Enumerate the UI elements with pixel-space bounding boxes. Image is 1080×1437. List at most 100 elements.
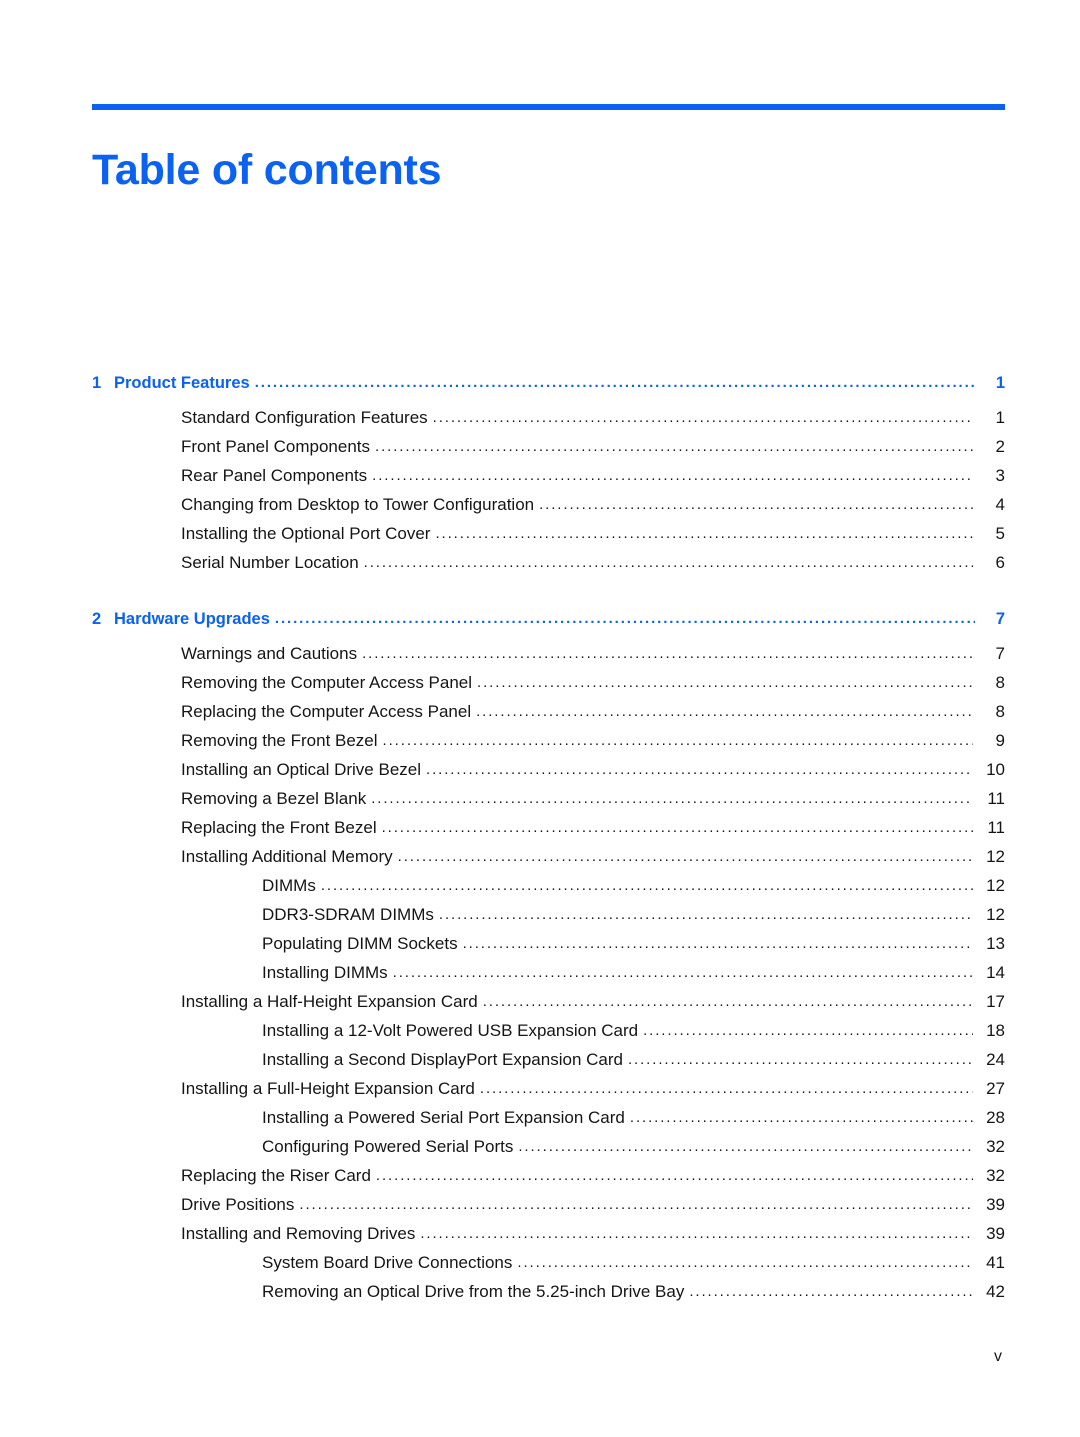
toc-entry[interactable]: 2 Hardware Upgrades......................… bbox=[92, 604, 1005, 644]
toc-entry-head: 1 Product Features bbox=[92, 374, 250, 393]
toc-entry-label: Installing and Removing Drives bbox=[181, 1224, 416, 1243]
toc-page-number: 14 bbox=[986, 963, 1005, 982]
toc-entry-head: Installing a Half-Height Expansion Card bbox=[181, 992, 478, 1012]
toc-page-number: 12 bbox=[986, 905, 1005, 924]
toc-leader-dots: ........................................… bbox=[362, 646, 973, 661]
toc-leader-dots: ........................................… bbox=[371, 791, 973, 806]
toc-entry[interactable]: Installing a Second DisplayPort Expansio… bbox=[92, 1050, 1005, 1079]
toc-page-number: 41 bbox=[986, 1253, 1005, 1272]
toc-entry[interactable]: Rear Panel Components...................… bbox=[92, 466, 1005, 495]
toc-entry[interactable]: Installing a 12-Volt Powered USB Expansi… bbox=[92, 1021, 1005, 1050]
toc-entry[interactable]: Replacing the Front Bezel...............… bbox=[92, 818, 1005, 847]
toc-leader-dots: ........................................… bbox=[375, 439, 973, 454]
toc-entry-head: Serial Number Location bbox=[181, 553, 359, 573]
toc-entry[interactable]: Changing from Desktop to Tower Configura… bbox=[92, 495, 1005, 524]
toc-page-number: 12 bbox=[986, 847, 1005, 866]
toc-entry-head: Rear Panel Components bbox=[181, 466, 367, 486]
toc-page-number: 7 bbox=[995, 610, 1005, 628]
toc-page-number: 17 bbox=[986, 992, 1005, 1011]
toc-entry-label: Installing the Optional Port Cover bbox=[181, 524, 431, 543]
toc-leader-dots: ........................................… bbox=[363, 555, 973, 570]
toc-entry-head: DIMMs bbox=[262, 876, 316, 896]
toc-leader-dots: ........................................… bbox=[420, 1226, 973, 1241]
toc-entry[interactable]: Installing Additional Memory............… bbox=[92, 847, 1005, 876]
toc-entry[interactable]: Front Panel Components..................… bbox=[92, 437, 1005, 466]
toc-leader-dots: ........................................… bbox=[375, 1168, 973, 1183]
toc-page-number: 28 bbox=[986, 1108, 1005, 1127]
toc-entry[interactable]: Installing a Full-Height Expansion Card.… bbox=[92, 1079, 1005, 1108]
toc-entry[interactable]: Removing an Optical Drive from the 5.25-… bbox=[92, 1282, 1005, 1311]
toc-page-number: 39 bbox=[986, 1224, 1005, 1243]
toc-entry-head: Installing a Full-Height Expansion Card bbox=[181, 1079, 475, 1099]
toc-page-number: 32 bbox=[986, 1137, 1005, 1156]
toc-page-number: 8 bbox=[995, 673, 1005, 692]
toc-page-number: 18 bbox=[986, 1021, 1005, 1040]
toc-leader-dots: ........................................… bbox=[372, 468, 973, 483]
title-rule bbox=[92, 104, 1005, 110]
toc-entry-label: Populating DIMM Sockets bbox=[262, 934, 458, 953]
toc-entry-head: Populating DIMM Sockets bbox=[262, 934, 458, 954]
toc-entry-label: Replacing the Front Bezel bbox=[181, 818, 377, 837]
toc-entry[interactable]: Removing the Front Bezel................… bbox=[92, 731, 1005, 760]
toc-entry[interactable]: Configuring Powered Serial Ports........… bbox=[92, 1137, 1005, 1166]
toc-entry[interactable]: Replacing the Riser Card................… bbox=[92, 1166, 1005, 1195]
toc-entry[interactable]: Installing the Optional Port Cover......… bbox=[92, 524, 1005, 553]
toc-entry-label: Installing a Half-Height Expansion Card bbox=[181, 992, 478, 1011]
toc-entry[interactable]: 1 Product Features.......................… bbox=[92, 368, 1005, 408]
toc-page-number: 1 bbox=[995, 374, 1005, 392]
toc-entry[interactable]: Populating DIMM Sockets.................… bbox=[92, 934, 1005, 963]
toc-entry[interactable]: Drive Positions.........................… bbox=[92, 1195, 1005, 1224]
toc-entry[interactable]: Installing DIMMs........................… bbox=[92, 963, 1005, 992]
toc-page-number: 4 bbox=[995, 495, 1005, 514]
toc-page-number: 10 bbox=[986, 760, 1005, 779]
toc-entry-label: Replacing the Computer Access Panel bbox=[181, 702, 472, 721]
toc-entry[interactable]: Removing a Bezel Blank..................… bbox=[92, 789, 1005, 818]
table-of-contents: 1 Product Features.......................… bbox=[92, 368, 1005, 1311]
toc-leader-dots: ........................................… bbox=[397, 849, 973, 864]
toc-entry-head: Replacing the Computer Access Panel bbox=[181, 702, 471, 722]
toc-leader-dots: ........................................… bbox=[629, 1110, 973, 1125]
toc-entry-head: Replacing the Front Bezel bbox=[181, 818, 377, 838]
toc-entry-head: Installing a 12-Volt Powered USB Expansi… bbox=[262, 1021, 638, 1041]
toc-entry[interactable]: Installing a Powered Serial Port Expansi… bbox=[92, 1108, 1005, 1137]
toc-entry-label: Front Panel Components bbox=[181, 437, 370, 456]
toc-entry-label: DDR3-SDRAM DIMMs bbox=[262, 905, 434, 924]
toc-entry-head: Standard Configuration Features bbox=[181, 408, 428, 428]
toc-entry-head: Replacing the Riser Card bbox=[181, 1166, 371, 1186]
toc-leader-dots: ........................................… bbox=[438, 907, 973, 922]
toc-page-number: 39 bbox=[986, 1195, 1005, 1214]
toc-leader-dots: ........................................… bbox=[320, 878, 973, 893]
toc-page-number: 11 bbox=[987, 789, 1005, 808]
toc-page-number: 3 bbox=[995, 466, 1005, 485]
toc-entry-label: Installing Additional Memory bbox=[181, 847, 393, 866]
toc-entry-head: Drive Positions bbox=[181, 1195, 294, 1215]
toc-leader-dots: ........................................… bbox=[643, 1023, 973, 1038]
toc-entry[interactable]: Warnings and Cautions...................… bbox=[92, 644, 1005, 673]
toc-entry[interactable]: Replacing the Computer Access Panel.....… bbox=[92, 702, 1005, 731]
toc-entry-head: Removing a Bezel Blank bbox=[181, 789, 366, 809]
toc-entry[interactable]: Installing a Half-Height Expansion Card.… bbox=[92, 992, 1005, 1021]
toc-entry[interactable]: Serial Number Location..................… bbox=[92, 553, 1005, 582]
toc-leader-dots: ........................................… bbox=[476, 704, 973, 719]
toc-entry[interactable]: Installing an Optical Drive Bezel.......… bbox=[92, 760, 1005, 789]
toc-entry[interactable]: Standard Configuration Features.........… bbox=[92, 408, 1005, 437]
toc-page-number: 32 bbox=[986, 1166, 1005, 1185]
toc-page-number: 5 bbox=[995, 524, 1005, 543]
toc-entry[interactable]: Installing and Removing Drives..........… bbox=[92, 1224, 1005, 1253]
toc-page-number: 7 bbox=[995, 644, 1005, 663]
toc-leader-dots: ........................................… bbox=[518, 1139, 973, 1154]
toc-entry-label: Installing a Second DisplayPort Expansio… bbox=[262, 1050, 623, 1069]
toc-entry-head: Configuring Powered Serial Ports bbox=[262, 1137, 513, 1157]
toc-entry[interactable]: DDR3-SDRAM DIMMs........................… bbox=[92, 905, 1005, 934]
toc-entry-head: Removing the Computer Access Panel bbox=[181, 673, 472, 693]
toc-entry[interactable]: Removing the Computer Access Panel......… bbox=[92, 673, 1005, 702]
toc-page-number: 42 bbox=[986, 1282, 1005, 1301]
toc-entry[interactable]: System Board Drive Connections..........… bbox=[92, 1253, 1005, 1282]
toc-chapter-number: 1 bbox=[92, 374, 102, 392]
toc-entry-label: Warnings and Cautions bbox=[181, 644, 358, 663]
toc-entry-head: Installing an Optical Drive Bezel bbox=[181, 760, 421, 780]
toc-entry-head: Removing the Front Bezel bbox=[181, 731, 378, 751]
toc-entry[interactable]: DIMMs...................................… bbox=[92, 876, 1005, 905]
toc-entry-head: 2 Hardware Upgrades bbox=[92, 610, 270, 629]
toc-page-number: 2 bbox=[995, 437, 1005, 456]
